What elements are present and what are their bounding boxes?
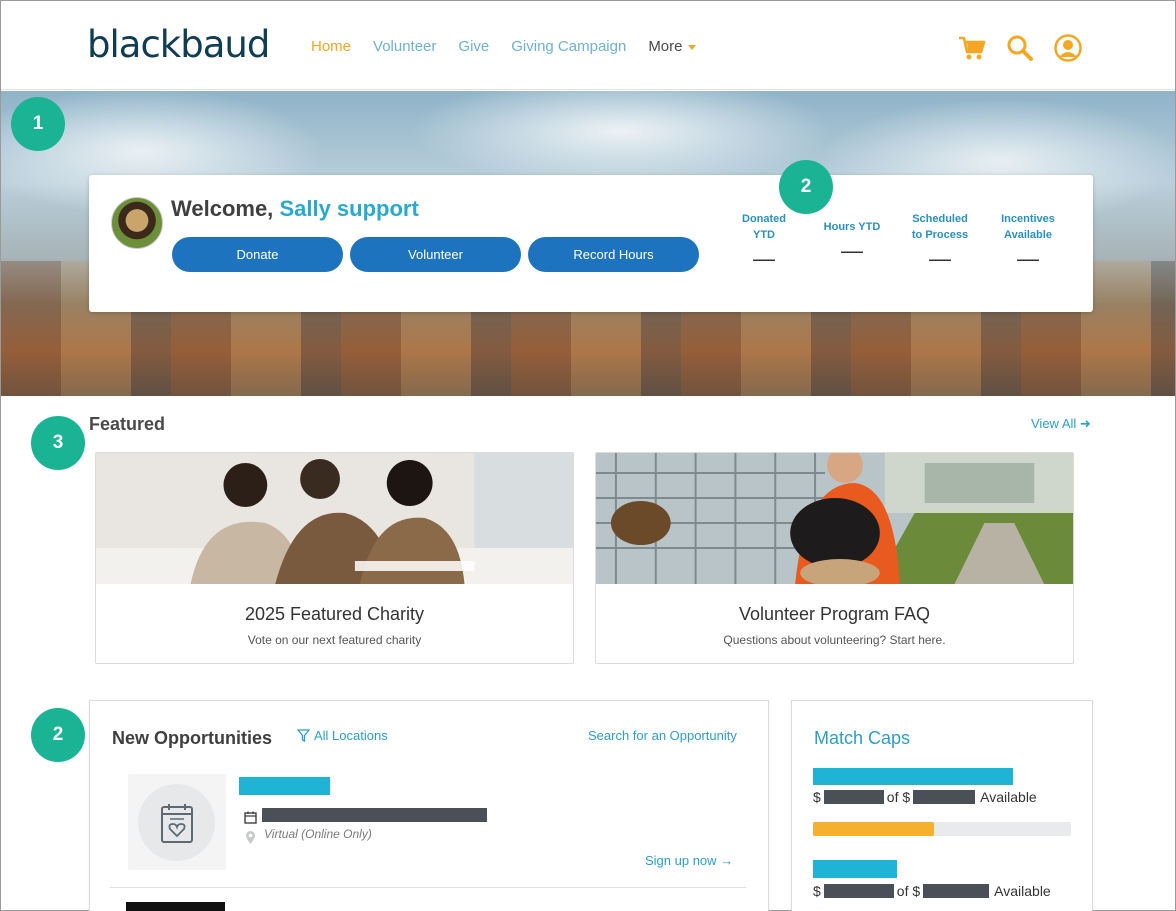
welcome-card: Welcome, Sally support Donate Volunteer …: [89, 175, 1093, 312]
user-account-icon[interactable]: [1053, 33, 1083, 63]
nav-home[interactable]: Home: [311, 38, 351, 55]
amount-redacted: [823, 790, 884, 804]
featured-heading: Featured: [89, 414, 166, 434]
match-caps-heading[interactable]: Match Caps: [814, 728, 910, 749]
opportunity-name-redacted[interactable]: [239, 777, 330, 795]
available-label: Available: [980, 789, 1037, 805]
arrow-right-icon: ➜: [1079, 416, 1091, 431]
stat-label-line2: to Process: [911, 229, 969, 241]
view-all-link[interactable]: View All ➜: [1031, 416, 1091, 432]
match-caps-card: Match Caps $ of $ Available $ of $ Avail…: [791, 700, 1093, 911]
featured-card-subtitle: Questions about volunteering? Start here…: [723, 633, 946, 647]
callout-marker: 2: [31, 708, 85, 762]
of-label: of $: [896, 883, 921, 899]
stat-label-line1: Hours YTD: [823, 221, 881, 233]
opportunity-thumbnail[interactable]: [128, 774, 226, 870]
filter-icon: [297, 729, 310, 742]
user-avatar[interactable]: [111, 197, 163, 249]
nav-giving-campaign[interactable]: Giving Campaign: [511, 38, 626, 55]
nav-more[interactable]: More: [648, 38, 696, 55]
match-cap-progress: [813, 822, 1071, 836]
volunteer-button[interactable]: Volunteer: [350, 237, 521, 272]
stat-label-line1: Scheduled: [912, 213, 968, 225]
stat-donated-ytd: Donated YTD —: [724, 211, 804, 271]
featured-card-volunteer-faq[interactable]: Volunteer Program FAQ Questions about vo…: [595, 452, 1074, 664]
opportunity-date-redacted: [262, 808, 487, 822]
donate-button[interactable]: Donate: [172, 237, 343, 272]
stat-value: —: [753, 246, 775, 271]
stat-hours-ytd: Hours YTD —: [812, 219, 892, 263]
arrow-right-icon: →: [720, 853, 734, 868]
search-icon[interactable]: [1005, 33, 1035, 63]
view-all-label: View All: [1031, 416, 1077, 431]
caret-down-icon: [687, 44, 696, 50]
opportunity-location: Virtual (Online Only): [264, 827, 372, 841]
location-pin-icon: [245, 830, 256, 850]
featured-card-charity[interactable]: 2025 Featured Charity Vote on our next f…: [95, 452, 574, 664]
of-label: of $: [886, 789, 911, 805]
sign-up-label: Sign up now: [645, 853, 717, 868]
match-cap-progress-fill: [813, 822, 935, 836]
callout-marker: 2: [779, 160, 833, 214]
calendar-heart-icon: [138, 784, 215, 861]
top-navigation-bar: blackbaud Home Volunteer Give Giving Cam…: [1, 1, 1175, 90]
amount-redacted: [913, 790, 976, 804]
cart-icon[interactable]: [957, 33, 987, 63]
search-opportunity-link[interactable]: Search for an Opportunity: [588, 728, 737, 743]
stat-label-line2: YTD: [753, 229, 775, 241]
stat-label: Incentives Available: [988, 211, 1068, 243]
nav-more-label: More: [648, 38, 683, 55]
available-label: Available: [994, 883, 1051, 899]
amount-redacted: [923, 884, 990, 898]
stat-value: —: [1017, 246, 1039, 271]
match-cap-amount: $ of $ Available: [813, 789, 1037, 805]
featured-charity-image: [96, 453, 573, 584]
match-cap-name-redacted: [813, 768, 1013, 785]
stat-scheduled-to-process: Scheduled to Process —: [900, 211, 980, 271]
all-locations-filter[interactable]: All Locations: [297, 728, 388, 743]
main-nav: Home Volunteer Give Giving Campaign More: [311, 38, 718, 55]
currency-symbol: $: [813, 883, 821, 899]
stat-value: —: [841, 238, 863, 263]
stat-label: Donated YTD: [724, 211, 804, 243]
volunteer-faq-image: [596, 453, 1073, 587]
next-opportunity-thumbnail: [126, 902, 225, 911]
callout-marker: 1: [11, 97, 65, 151]
sign-up-now-link[interactable]: Sign up now →: [645, 853, 733, 868]
filter-label: All Locations: [314, 728, 388, 743]
welcome-user-name[interactable]: Sally support: [279, 196, 418, 221]
featured-card-subtitle: Vote on our next featured charity: [247, 633, 422, 647]
nav-volunteer[interactable]: Volunteer: [373, 38, 436, 55]
blackbaud-logo[interactable]: blackbaud: [87, 23, 270, 66]
stat-label: Scheduled to Process: [900, 211, 980, 243]
callout-marker: 3: [31, 416, 85, 470]
match-cap-name-redacted: [813, 860, 897, 878]
match-cap-amount: $ of $ Available: [813, 883, 1051, 899]
calendar-icon: [244, 811, 257, 829]
currency-symbol: $: [813, 789, 821, 805]
welcome-heading: Welcome, Sally support: [171, 196, 419, 222]
stat-label: Hours YTD: [812, 219, 892, 235]
nav-give[interactable]: Give: [458, 38, 489, 55]
new-opportunities-heading: New Opportunities: [112, 728, 273, 748]
welcome-greeting: Welcome,: [171, 196, 274, 221]
stat-value: —: [929, 246, 951, 271]
new-opportunities-card: New Opportunities All Locations Search f…: [89, 700, 769, 911]
stat-label-line2: Available: [1004, 229, 1052, 241]
featured-card-title: Volunteer Program FAQ: [738, 604, 931, 624]
stat-label-line1: Donated: [742, 213, 786, 225]
stat-label-line1: Incentives: [1001, 213, 1055, 225]
record-hours-button[interactable]: Record Hours: [528, 237, 699, 272]
list-divider: [110, 887, 746, 888]
featured-card-title: 2025 Featured Charity: [244, 604, 425, 624]
stat-incentives-available: Incentives Available —: [988, 211, 1068, 271]
amount-redacted: [823, 884, 894, 898]
